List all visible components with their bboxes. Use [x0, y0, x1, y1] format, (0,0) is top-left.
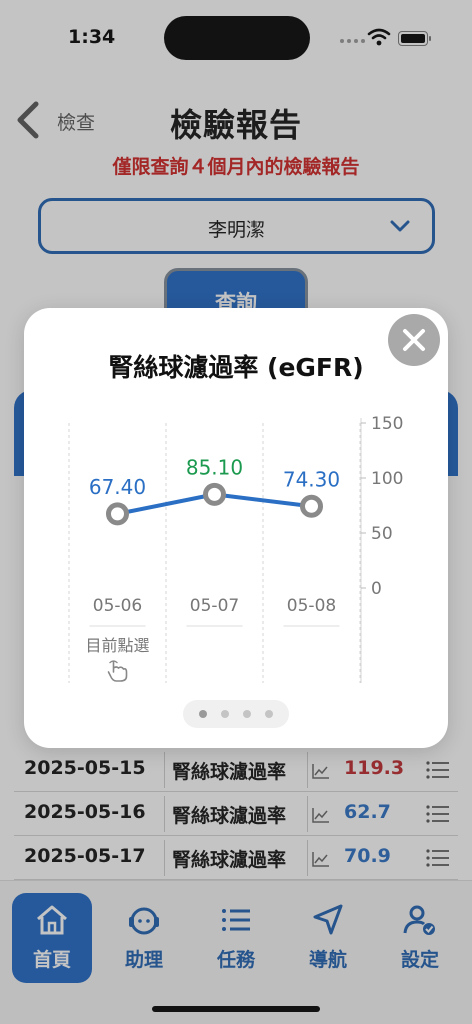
data-point [300, 494, 323, 518]
close-icon [403, 329, 425, 351]
x-tick-label: 05-07 [190, 596, 239, 616]
page-dot[interactable] [199, 710, 207, 718]
data-label: 67.40 [89, 475, 146, 499]
modal-title: 腎絲球濾過率 (eGFR) [108, 353, 364, 382]
data-point [106, 502, 129, 526]
x-tick-label: 05-08 [287, 596, 336, 616]
page-dot[interactable] [243, 710, 251, 718]
tap-hand-icon [107, 660, 128, 682]
egfr-chart-modal: 腎絲球濾過率 (eGFR) 150 100 50 0 67.40 05-06 85.10 05… [24, 308, 448, 748]
data-label: 85.10 [186, 455, 243, 479]
y-tick-label: 100 [371, 469, 403, 489]
data-point [203, 482, 226, 506]
y-tick-label: 0 [371, 579, 382, 599]
page-dot[interactable] [265, 710, 273, 718]
page-indicator[interactable] [183, 700, 289, 728]
page-dot[interactable] [221, 710, 229, 718]
data-label: 74.30 [283, 467, 340, 491]
egfr-line-chart[interactable]: 150 100 50 0 67.40 05-06 85.10 05-07 74.30 05-08 目… [24, 398, 448, 698]
y-tick-label: 150 [371, 414, 403, 434]
x-tick-label: 05-06 [93, 596, 142, 616]
close-button[interactable] [388, 314, 440, 366]
selected-label: 目前點選 [85, 636, 149, 655]
y-tick-label: 50 [371, 524, 393, 544]
